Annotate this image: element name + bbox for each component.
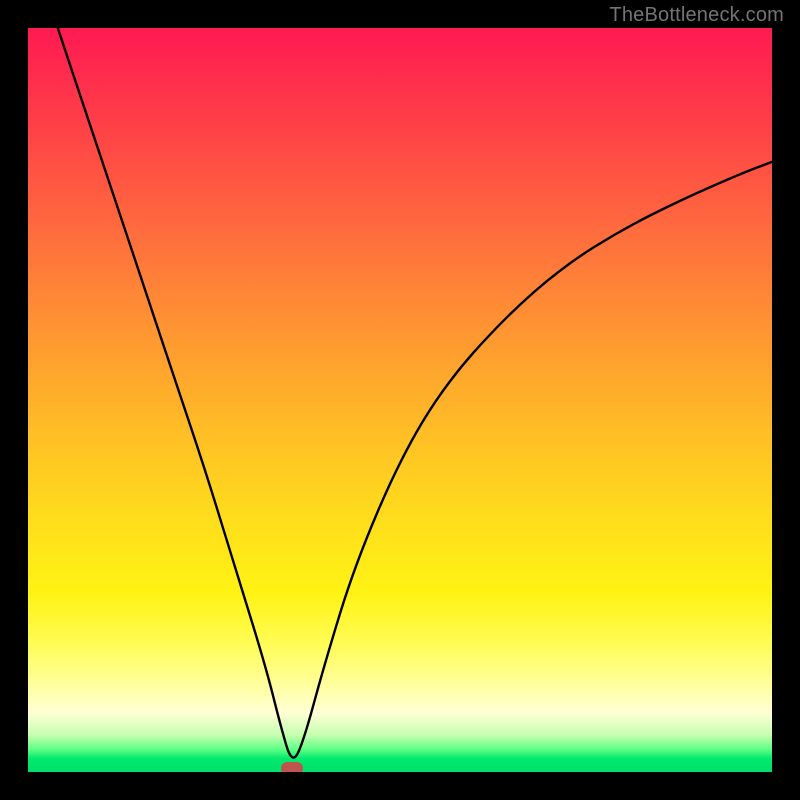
watermark-text: TheBottleneck.com xyxy=(609,4,784,27)
optimal-marker xyxy=(281,762,303,772)
chart-frame: TheBottleneck.com xyxy=(0,0,800,800)
bottleneck-curve xyxy=(58,28,772,758)
curve-layer xyxy=(28,28,772,772)
plot-area xyxy=(28,28,772,772)
